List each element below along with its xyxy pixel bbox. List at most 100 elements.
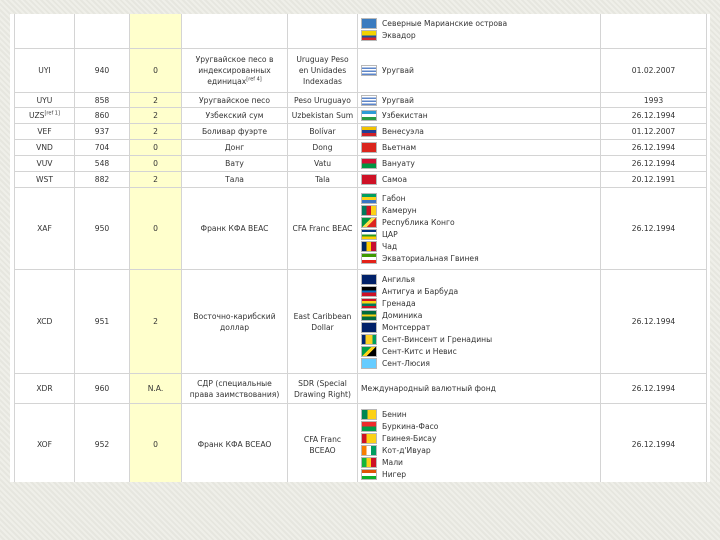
flag-cm-icon (361, 205, 377, 216)
country-list-item: Нигер (361, 469, 597, 481)
country-link[interactable]: Вьетнам (382, 142, 416, 153)
currency-name-ru-cell-text[interactable]: Боливар фуэрте (202, 127, 267, 136)
currency-code-cell-text: VEF (37, 127, 52, 136)
currency-name-ru-cell[interactable]: Узбекский сум (181, 107, 288, 124)
country-link[interactable]: Республика Конго (382, 217, 455, 228)
currency-name-ru-cell[interactable] (181, 14, 288, 49)
currency-name-ru-cell[interactable]: Вату (181, 155, 288, 172)
currency-name-ru-cell-text[interactable]: Восточно-карибский доллар (193, 312, 275, 332)
country-list-item: Сент-Китс и Невис (361, 346, 597, 358)
country-link[interactable]: Доминика (382, 310, 422, 321)
currency-code-cell: VUV (14, 155, 75, 172)
currency-name-ru-cell-text[interactable]: Франк КФА BEAC (201, 224, 269, 233)
flag-cf-icon (361, 229, 377, 240)
currency-code-cell-text: UYU (36, 95, 53, 105)
country-link[interactable]: Антигуа и Барбуда (382, 286, 458, 297)
numeric-code-cell: 940 (74, 48, 130, 93)
country-list-item: Бенин (361, 409, 597, 421)
flag-ai-icon (361, 274, 377, 285)
currency-name-ru-cell[interactable]: Восточно-карибский доллар (181, 269, 288, 374)
numeric-code-cell-text: 882 (94, 175, 110, 184)
country-link[interactable]: Ангилья (382, 274, 415, 285)
reference-superscript[interactable]: [ref 4] (246, 76, 261, 82)
currency-name-ru-cell[interactable]: СДР (специальные права заимствования) (181, 373, 288, 404)
country-list: Самоа (361, 174, 597, 186)
numeric-code-cell: 937 (74, 123, 130, 140)
country-link[interactable]: ЦАР (382, 229, 398, 240)
currency-name-en-cell: Bolívar (287, 123, 358, 140)
country-list: Северные Марианские острова Эквадор (361, 18, 597, 42)
introduction-date-cell: 26.12.1994 (600, 373, 707, 404)
introduction-date-cell: 26.12.1994 (600, 155, 707, 172)
currency-name-en-cell: Uzbekistan Sum (287, 107, 358, 124)
currency-name-ru-cell[interactable]: Франк КФА BCEAO (181, 403, 288, 482)
currency-name-ru-cell-text[interactable]: Франк КФА BCEAO (198, 440, 272, 449)
flag-mp-icon (361, 18, 377, 29)
table-row: VUV 548 0 Вату Vatu Вануату 26.12.1994 (14, 155, 707, 172)
currency-name-ru-cell-text[interactable]: Узбекский сум (205, 111, 263, 120)
currency-name-ru-cell[interactable]: Уругвайское песо (181, 92, 288, 108)
country-link[interactable]: Экваториальная Гвинея (382, 253, 479, 264)
introduction-date-cell: 20.12.1991 (600, 171, 707, 188)
country-link[interactable]: Буркина-Фасо (382, 421, 438, 432)
country-link[interactable]: Вануату (382, 158, 415, 169)
country-link[interactable]: Северные Марианские острова (382, 18, 507, 29)
currency-name-ru-cell-text[interactable]: Тала (225, 175, 244, 184)
country-list: Ангилья Антигуа и Барбуда Гренада Доминика М… (361, 274, 597, 370)
countries-cell: Ангилья Антигуа и Барбуда Гренада Доминика М… (357, 269, 601, 374)
country-link[interactable]: Чад (382, 241, 397, 252)
country-link[interactable]: Венесуэла (382, 126, 424, 137)
country-link[interactable]: Сент-Китс и Невис (382, 346, 457, 357)
country-link[interactable]: Монтсеррат (382, 322, 430, 333)
currency-name-ru-cell-text[interactable]: Вату (225, 159, 244, 168)
table-row: WST 882 2 Тала Tala Самоа 20.12.1991 (14, 171, 707, 188)
currency-name-ru-cell[interactable]: Франк КФА BEAC (181, 187, 288, 270)
country-link[interactable]: Узбекистан (382, 110, 428, 121)
introduction-date-cell: 26.12.1994 (600, 139, 707, 156)
introduction-date-cell-text: 26.12.1994 (631, 224, 676, 233)
minor-units-cell-text: 2 (153, 127, 158, 136)
flag-ci-icon (361, 445, 377, 456)
introduction-date-cell-text: 20.12.1991 (631, 175, 676, 184)
currency-name-ru-cell-text[interactable]: Донг (225, 143, 245, 152)
country-link[interactable]: Гренада (382, 298, 416, 309)
table-row: XAF 950 0 Франк КФА BEAC CFA Franc BEAC Габон… (14, 187, 707, 270)
country-link[interactable]: Кот-д'Ивуар (382, 445, 431, 456)
currency-name-en-cell: CFA Franc BCEAO (287, 403, 358, 482)
country-link[interactable]: Бенин (382, 409, 407, 420)
numeric-code-cell-text: 960 (94, 384, 110, 393)
reference-superscript[interactable]: [ref 1] (44, 110, 59, 116)
introduction-date-cell-text: 26.12.1994 (631, 159, 676, 168)
country-link[interactable]: Эквадор (382, 30, 416, 41)
country-link[interactable]: Камерун (382, 205, 417, 216)
minor-units-cell: 0 (129, 139, 182, 156)
currency-name-ru-cell-text[interactable]: Уругвайское песо (199, 96, 270, 105)
introduction-date-cell-text: 26.12.1994 (631, 143, 676, 152)
numeric-code-cell: 952 (74, 403, 130, 482)
country-link[interactable]: Нигер (382, 469, 406, 480)
flag-ml-icon (361, 457, 377, 468)
currency-name-ru-cell[interactable]: Боливар фуэрте (181, 123, 288, 140)
introduction-date-cell-text: 26.12.1994 (631, 384, 676, 393)
currency-code-cell-text: XDR (36, 384, 53, 393)
flag-gd-icon (361, 298, 377, 309)
country-link[interactable]: Габон (382, 193, 406, 204)
country-link[interactable]: Сент-Люсия (382, 358, 430, 369)
minor-units-cell-text: 2 (153, 95, 158, 105)
currency-name-en-cell: Tala (287, 171, 358, 188)
country-link[interactable]: Гвинея-Бисау (382, 433, 436, 444)
currency-code-cell (14, 14, 75, 49)
country-link[interactable]: Мали (382, 457, 403, 468)
currency-name-ru-cell[interactable]: Тала (181, 171, 288, 188)
country-link[interactable]: Уругвай (382, 95, 414, 106)
flag-ag-icon (361, 286, 377, 297)
country-list-item: Чад (361, 241, 597, 253)
currency-name-ru-cell[interactable]: Уругвайское песо в индексированных едини… (181, 48, 288, 93)
country-link[interactable]: Сент-Винсент и Гренадины (382, 334, 492, 345)
country-link[interactable]: Международный валютный фонд (361, 383, 496, 394)
currency-name-ru-cell[interactable]: Донг (181, 139, 288, 156)
currency-name-ru-cell-text[interactable]: СДР (специальные права заимствования) (190, 379, 280, 399)
country-list-item: Монтсеррат (361, 322, 597, 334)
country-link[interactable]: Самоа (382, 174, 407, 185)
country-link[interactable]: Уругвай (382, 65, 414, 76)
